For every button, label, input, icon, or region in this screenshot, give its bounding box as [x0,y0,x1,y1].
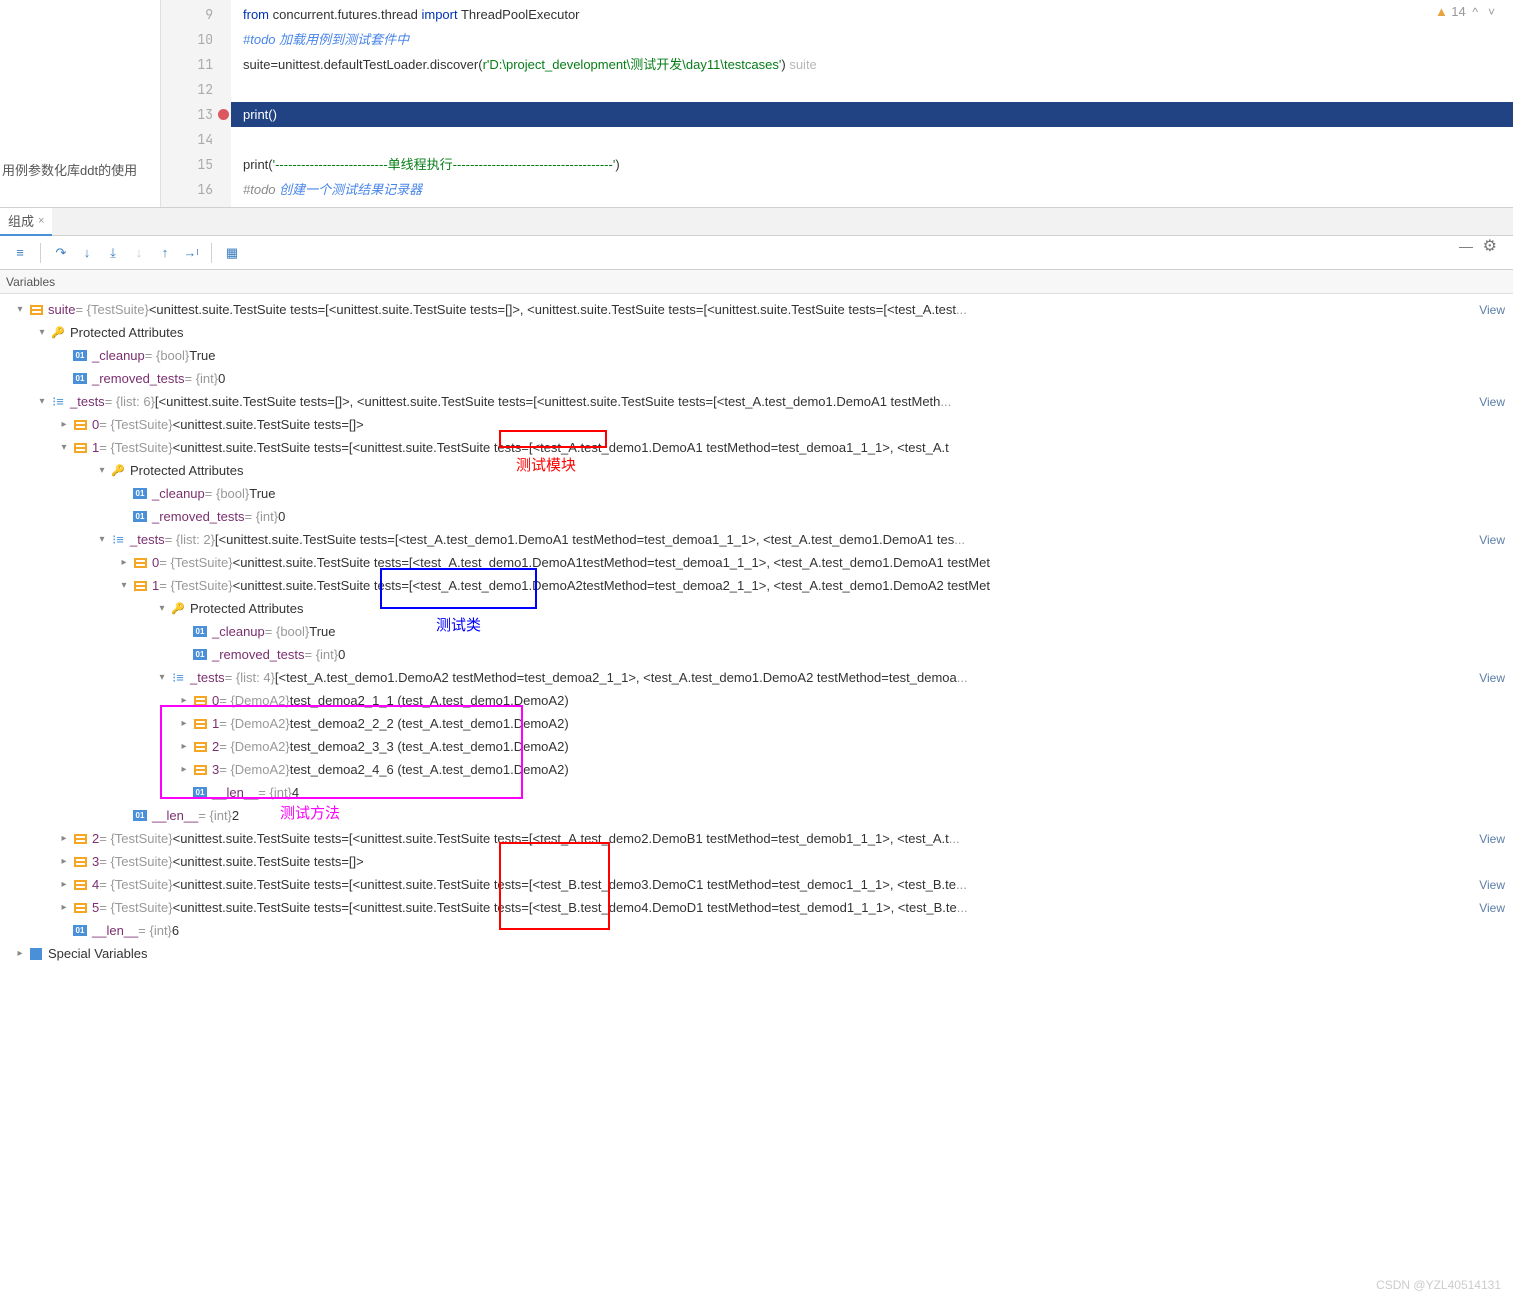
key-icon: 🔑 [110,463,126,479]
chevron-down-icon[interactable]: ▾ [154,603,170,614]
chevron-right-icon[interactable]: ▸ [176,718,192,729]
list-icon: ⁝≡ [50,394,66,410]
line-number: 9 [161,2,231,27]
field-icon: 01 [72,348,88,364]
line-number: 15 [161,152,231,177]
variables-tree[interactable]: ▾suite = {TestSuite} <unittest.suite.Tes… [0,294,1513,985]
chevron-down-icon[interactable]: ▾ [34,396,50,407]
step-out-icon[interactable]: ↑ [153,241,177,265]
view-link[interactable]: View [1479,395,1513,409]
object-icon [192,762,208,778]
object-icon [28,302,44,318]
chevron-right-icon[interactable]: ▸ [56,856,72,867]
step-into-icon[interactable]: ↓ [75,241,99,265]
field-icon: 01 [72,371,88,387]
field-icon: 01 [192,785,208,801]
list-icon: ⁝≡ [110,532,126,548]
chevron-down-icon[interactable]: ▾ [94,465,110,476]
force-step-icon[interactable]: ↓ [127,241,151,265]
view-link[interactable]: View [1479,878,1513,892]
breakpoint-line[interactable]: 13 [161,102,231,127]
chevron-right-icon[interactable]: ▸ [12,948,28,959]
object-icon [192,739,208,755]
line-number: 11 [161,52,231,77]
view-link[interactable]: View [1479,533,1513,547]
chevron-right-icon[interactable]: ▸ [176,764,192,775]
object-icon [132,578,148,594]
debug-toolbar: ≡ ↷ ↓ ⤓ ↓ ↑ →I ▦ [0,236,1513,270]
line-number: 14 [161,127,231,152]
watermark: CSDN @YZL40514131 [1376,1278,1501,1292]
field-icon: 01 [132,509,148,525]
object-icon [72,854,88,870]
chevron-down-icon[interactable]: ▾ [154,672,170,683]
special-icon [28,946,44,962]
object-icon [192,716,208,732]
chevron-right-icon[interactable]: ▸ [56,833,72,844]
minimize-icon[interactable]: — [1459,238,1473,254]
line-number: 12 [161,77,231,102]
chevron-right-icon[interactable]: ▸ [56,879,72,890]
close-icon[interactable]: × [38,215,44,227]
view-link[interactable]: View [1479,303,1513,317]
object-icon [72,440,88,456]
field-icon: 01 [192,647,208,663]
stack-icon[interactable]: ≡ [8,241,32,265]
gear-icon[interactable]: ⚙ [1483,236,1497,256]
object-icon [72,900,88,916]
field-icon: 01 [132,808,148,824]
code-area[interactable]: ▲ 14 ^ ˅ from concurrent.futures.thread … [231,0,1513,207]
variables-header: Variables [0,270,1513,294]
project-pane: 用例参数化库ddt的使用 [0,0,161,207]
debug-tabbar: 组成× [0,208,1513,236]
object-icon [72,417,88,433]
view-link[interactable]: View [1479,671,1513,685]
code-editor: 用例参数化库ddt的使用 9 10 11 12 13 14 15 16 ▲ 14… [0,0,1513,208]
view-link[interactable]: View [1479,901,1513,915]
line-number: 16 [161,177,231,202]
view-link[interactable]: View [1479,832,1513,846]
list-icon: ⁝≡ [170,670,186,686]
object-icon [72,831,88,847]
chevron-down-icon[interactable]: ▾ [116,580,132,591]
tab-组成[interactable]: 组成× [0,207,52,236]
chevron-down-icon[interactable]: ▾ [56,442,72,453]
object-icon [192,693,208,709]
evaluate-icon[interactable]: ▦ [220,241,244,265]
field-icon: 01 [72,923,88,939]
warning-icon: ▲ [1435,4,1448,19]
chevron-right-icon[interactable]: ▸ [116,557,132,568]
chevron-down-icon[interactable]: ▾ [34,327,50,338]
inspection-summary[interactable]: ▲ 14 ^ ˅ [1435,4,1495,19]
step-into-my-icon[interactable]: ⤓ [101,241,125,265]
gutter: 9 10 11 12 13 14 15 16 [161,0,231,207]
step-over-icon[interactable]: ↷ [49,241,73,265]
run-to-cursor-icon[interactable]: →I [179,241,203,265]
chevron-right-icon[interactable]: ▸ [176,695,192,706]
chevron-down-icon[interactable]: ▾ [12,304,28,315]
chevron-right-icon[interactable]: ▸ [56,902,72,913]
field-icon: 01 [132,486,148,502]
object-icon [132,555,148,571]
line-number: 10 [161,27,231,52]
key-icon: 🔑 [170,601,186,617]
chevron-right-icon[interactable]: ▸ [176,741,192,752]
key-icon: 🔑 [50,325,66,341]
field-icon: 01 [192,624,208,640]
chevron-down-icon[interactable]: ▾ [94,534,110,545]
object-icon [72,877,88,893]
chevron-right-icon[interactable]: ▸ [56,419,72,430]
